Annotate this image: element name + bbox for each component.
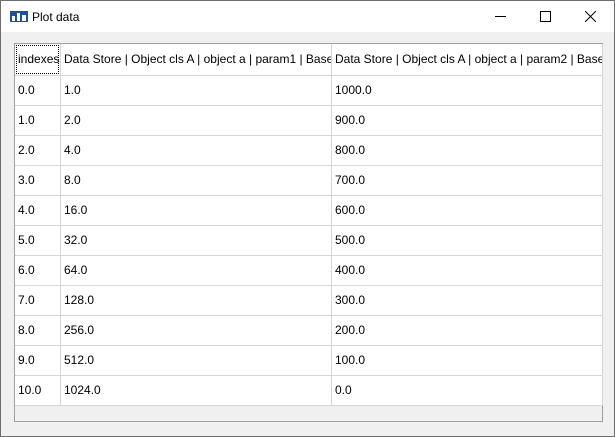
index-cell[interactable]: 10.0 bbox=[15, 376, 61, 406]
index-cell[interactable]: 2.0 bbox=[15, 136, 61, 166]
column-header-indexes[interactable]: indexes bbox=[15, 44, 61, 76]
index-cell[interactable]: 4.0 bbox=[15, 196, 61, 226]
index-cell[interactable]: 0.0 bbox=[15, 76, 61, 106]
param1-cell[interactable]: 512.0 bbox=[61, 346, 332, 376]
param2-cell[interactable]: 600.0 bbox=[332, 196, 603, 226]
param2-cell[interactable]: 400.0 bbox=[332, 256, 603, 286]
index-cell[interactable]: 8.0 bbox=[15, 316, 61, 346]
param2-cell[interactable]: 500.0 bbox=[332, 226, 603, 256]
param1-cell[interactable]: 256.0 bbox=[61, 316, 332, 346]
param2-cell[interactable]: 100.0 bbox=[332, 346, 603, 376]
index-cell[interactable]: 3.0 bbox=[15, 166, 61, 196]
title-bar[interactable]: Plot data bbox=[1, 1, 614, 32]
param1-cell[interactable]: 8.0 bbox=[61, 166, 332, 196]
window-title: Plot data bbox=[32, 10, 80, 24]
maximize-button[interactable] bbox=[523, 1, 568, 32]
param1-cell[interactable]: 2.0 bbox=[61, 106, 332, 136]
param2-cell[interactable]: 1000.0 bbox=[332, 76, 603, 106]
index-cell[interactable]: 7.0 bbox=[15, 286, 61, 316]
maximize-icon bbox=[540, 11, 551, 22]
param2-cell[interactable]: 200.0 bbox=[332, 316, 603, 346]
minimize-button[interactable] bbox=[478, 1, 523, 32]
param1-cell[interactable]: 32.0 bbox=[61, 226, 332, 256]
close-icon bbox=[585, 11, 596, 22]
param2-cell[interactable]: 700.0 bbox=[332, 166, 603, 196]
index-cell[interactable]: 1.0 bbox=[15, 106, 61, 136]
param2-cell[interactable]: 800.0 bbox=[332, 136, 603, 166]
param1-cell[interactable]: 1.0 bbox=[61, 76, 332, 106]
param2-cell[interactable]: 300.0 bbox=[332, 286, 603, 316]
param1-cell[interactable]: 64.0 bbox=[61, 256, 332, 286]
close-button[interactable] bbox=[568, 1, 613, 32]
minimize-icon bbox=[495, 16, 506, 17]
index-cell[interactable]: 9.0 bbox=[15, 346, 61, 376]
data-grid[interactable]: indexes Data Store | Object cls A | obje… bbox=[14, 43, 603, 422]
column-header-param1[interactable]: Data Store | Object cls A | object a | p… bbox=[61, 44, 332, 76]
param1-cell[interactable]: 1024.0 bbox=[61, 376, 332, 406]
param1-cell[interactable]: 128.0 bbox=[61, 286, 332, 316]
column-header-param2[interactable]: Data Store | Object cls A | object a | p… bbox=[332, 44, 603, 76]
plot-data-window: Plot data indexes Data Store | Object cl… bbox=[0, 0, 615, 437]
param1-cell[interactable]: 16.0 bbox=[61, 196, 332, 226]
param1-cell[interactable]: 4.0 bbox=[61, 136, 332, 166]
index-cell[interactable]: 5.0 bbox=[15, 226, 61, 256]
param2-cell[interactable]: 900.0 bbox=[332, 106, 603, 136]
plot-app-icon bbox=[10, 11, 28, 22]
param2-cell[interactable]: 0.0 bbox=[332, 376, 603, 406]
index-cell[interactable]: 6.0 bbox=[15, 256, 61, 286]
